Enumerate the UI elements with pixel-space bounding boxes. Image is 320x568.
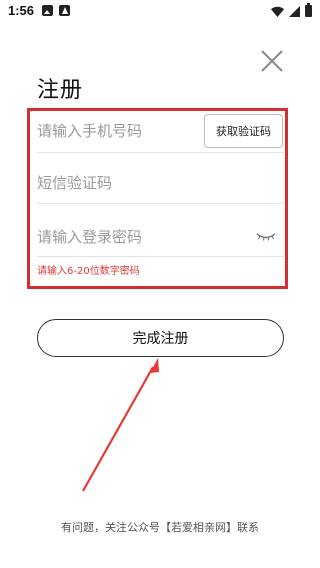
eye-closed-icon[interactable] xyxy=(256,232,276,242)
phone-divider xyxy=(37,152,284,153)
battery-icon xyxy=(305,3,312,17)
signal-icon xyxy=(289,5,300,17)
get-code-button[interactable]: 获取验证码 xyxy=(204,114,283,148)
app-notification-icon xyxy=(59,5,70,16)
page-title: 注册 xyxy=(37,78,84,103)
password-hint: 请输入6-20位数字密码 xyxy=(37,266,140,277)
password-divider xyxy=(37,256,284,257)
close-button[interactable] xyxy=(257,46,287,76)
status-bar: 1:56 xyxy=(0,0,320,24)
phone-input[interactable] xyxy=(37,120,197,142)
wifi-icon xyxy=(271,6,284,17)
status-time: 1:56 xyxy=(8,3,35,18)
sms-code-input[interactable] xyxy=(37,172,197,194)
sms-divider xyxy=(37,203,284,204)
close-icon xyxy=(261,50,283,72)
footer-contact-text: 有问题，关注公众号【若爱相亲网】联系 xyxy=(61,521,259,534)
submit-button[interactable]: 完成注册 xyxy=(37,319,284,357)
status-notification-icons xyxy=(42,5,70,16)
status-system-icons xyxy=(271,3,312,17)
image-notification-icon xyxy=(42,5,53,16)
password-input[interactable] xyxy=(37,226,197,248)
